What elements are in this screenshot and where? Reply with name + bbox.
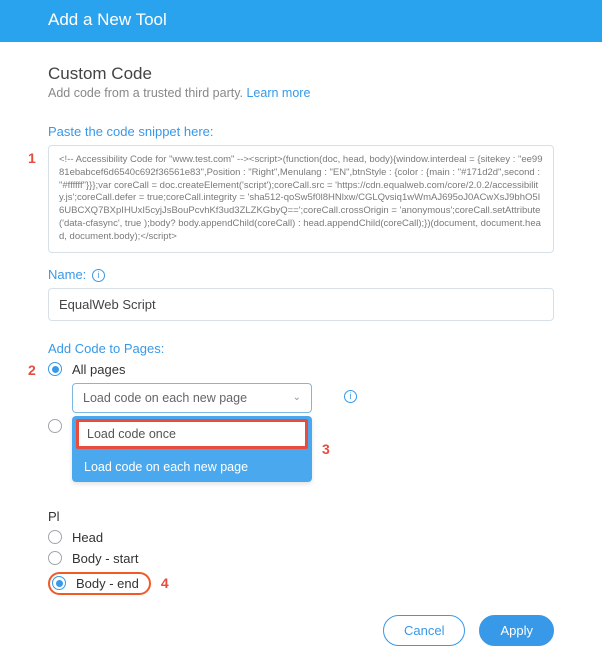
name-input[interactable] bbox=[48, 288, 554, 321]
load-code-select[interactable]: Load code on each new page ⌄ i Load code… bbox=[72, 383, 312, 413]
dropdown-item-load-each[interactable]: Load code on each new page bbox=[72, 452, 312, 482]
radio-body-end[interactable]: Body - end bbox=[48, 572, 151, 595]
section-subtitle: Add code from a trusted third party. Lea… bbox=[48, 86, 554, 100]
placement-label-obscured: Pl bbox=[48, 509, 554, 524]
annotation-4: 4 bbox=[161, 575, 169, 591]
radio-all-pages[interactable]: 2 All pages bbox=[48, 362, 554, 377]
radio-body-start[interactable]: Body - start bbox=[48, 551, 554, 566]
cancel-button[interactable]: Cancel bbox=[383, 615, 465, 646]
info-icon[interactable]: i bbox=[344, 390, 357, 403]
annotation-1: 1 bbox=[28, 150, 36, 166]
radio-label: All pages bbox=[72, 362, 125, 377]
code-snippet-input[interactable]: <!-- Accessibility Code for "www.test.co… bbox=[48, 145, 554, 253]
radio-label: Body - end bbox=[76, 576, 139, 591]
section-title: Custom Code bbox=[48, 64, 554, 84]
name-label: Name: i bbox=[48, 267, 554, 282]
dialog-title: Add a New Tool bbox=[48, 10, 167, 29]
select-value: Load code on each new page bbox=[83, 391, 247, 405]
radio-icon bbox=[48, 530, 62, 544]
select-dropdown: Load code once Load code on each new pag… bbox=[72, 416, 312, 482]
radio-icon bbox=[52, 576, 66, 590]
dialog-footer: Cancel Apply bbox=[48, 615, 554, 646]
radio-icon bbox=[48, 551, 62, 565]
snippet-label: Paste the code snippet here: bbox=[48, 124, 554, 139]
annotation-3: 3 bbox=[322, 441, 330, 457]
dropdown-item-load-once[interactable]: Load code once bbox=[76, 419, 308, 449]
pages-label: Add Code to Pages: bbox=[48, 341, 554, 356]
learn-more-link[interactable]: Learn more bbox=[246, 86, 310, 100]
dialog-body: Custom Code Add code from a trusted thir… bbox=[0, 42, 602, 666]
annotation-2: 2 bbox=[28, 362, 36, 378]
apply-button[interactable]: Apply bbox=[479, 615, 554, 646]
chevron-down-icon: ⌄ bbox=[293, 392, 301, 403]
radio-icon bbox=[48, 362, 62, 376]
dialog-header: Add a New Tool bbox=[0, 0, 602, 42]
placement-group: Pl Head Body - start Body - end 4 bbox=[48, 509, 554, 595]
radio-icon bbox=[48, 419, 62, 433]
info-icon[interactable]: i bbox=[92, 269, 105, 282]
radio-body-end-row: Body - end 4 bbox=[48, 572, 554, 595]
radio-label: Body - start bbox=[72, 551, 138, 566]
